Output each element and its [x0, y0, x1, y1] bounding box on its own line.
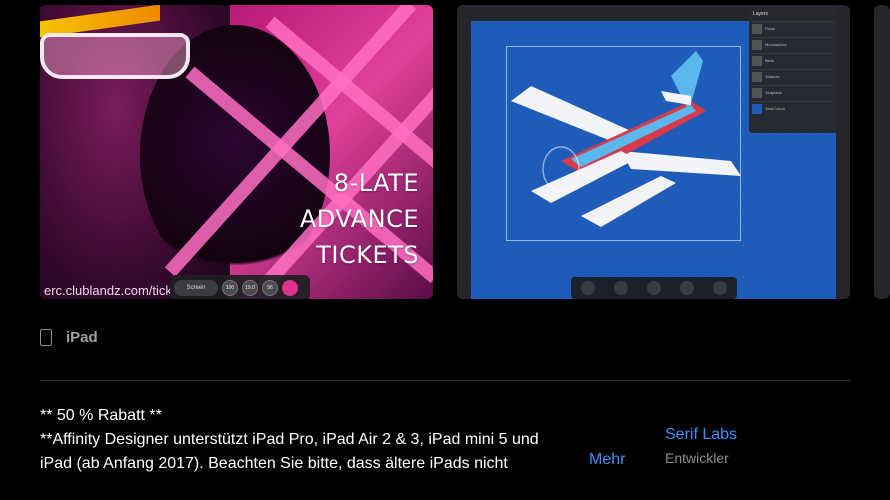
layer-name: Plane — [765, 26, 776, 31]
layer-row: Seaplane — [752, 85, 834, 99]
layer-name: Birds — [765, 58, 775, 63]
layer-name: Sea/Colour — [765, 106, 786, 111]
layer-thumbnail — [752, 87, 762, 98]
screenshot-affinity-app[interactable]: Layers Plane Moustaches Birds Shadow Sea… — [457, 5, 850, 299]
poster-line: TICKETS — [316, 241, 419, 269]
layer-thumbnail — [752, 103, 762, 114]
screenshot-next-partial[interactable] — [874, 5, 890, 299]
poster-headline: 8-LATE ADVANCE TICKETS — [300, 165, 419, 273]
layer-name: Seaplane — [765, 90, 782, 95]
intensity-knob: 56 — [262, 280, 278, 296]
screenshot-poster[interactable]: 8-LATE ADVANCE TICKETS erc.clublandz.com… — [40, 5, 433, 299]
layer-name: Moustaches — [765, 42, 787, 47]
layer-thumbnail — [752, 39, 762, 50]
poster-line: ADVANCE — [299, 205, 419, 233]
add-to-selection-icon — [580, 281, 595, 295]
device-compatibility: iPad — [40, 328, 98, 346]
layer-thumbnail — [752, 23, 762, 34]
select-mode-icon — [646, 281, 661, 295]
layer-row: Moustaches — [752, 37, 834, 51]
description-line: **Affinity Designer unterstützt iPad Pro… — [40, 431, 539, 448]
color-swatch — [282, 280, 298, 296]
app-studio-panel — [836, 21, 850, 299]
description-line: iPad (ab Anfang 2017). Beachten Sie bitt… — [40, 455, 508, 472]
device-label: iPad — [66, 328, 98, 346]
blend-panel: Screen 100 19.0 56 — [170, 275, 310, 299]
radius-knob: 19.0 — [242, 280, 258, 296]
app-description: ** 50 % Rabatt ** **Affinity Designer un… — [40, 404, 610, 476]
layers-panel: Layers Plane Moustaches Birds Shadow Sea… — [749, 9, 837, 133]
context-toolbar — [571, 277, 737, 299]
developer-link[interactable]: Serif Labs — [665, 426, 737, 444]
developer-role: Entwickler — [665, 450, 729, 466]
tablet-icon — [40, 328, 52, 346]
description-line: ** 50 % Rabatt ** — [40, 407, 162, 424]
poster-glasses — [40, 33, 190, 79]
layer-row: Birds — [752, 53, 834, 67]
poster-line: 8-LATE — [333, 169, 419, 197]
layer-thumbnail — [752, 55, 762, 66]
layer-name: Shadow — [765, 74, 780, 79]
align-icon — [713, 281, 728, 295]
opacity-knob: 100 — [222, 280, 238, 296]
poster-url: erc.clublandz.com/tick — [44, 283, 172, 298]
layer-row: Plane — [752, 21, 834, 35]
layer-row: Shadow — [752, 69, 834, 83]
layer-thumbnail — [752, 71, 762, 82]
screenshot-gallery[interactable]: 8-LATE ADVANCE TICKETS erc.clublandz.com… — [0, 0, 890, 300]
select-under-icon — [613, 281, 628, 295]
blend-mode: Screen — [174, 280, 218, 296]
app-tools-panel — [457, 21, 471, 299]
section-divider — [40, 380, 851, 381]
seaplane-illustration — [511, 51, 741, 227]
more-link[interactable]: Mehr — [589, 451, 625, 469]
layer-row: Sea/Colour — [752, 101, 834, 115]
transform-centre-icon — [680, 281, 695, 295]
layers-title: Layers — [753, 11, 769, 17]
